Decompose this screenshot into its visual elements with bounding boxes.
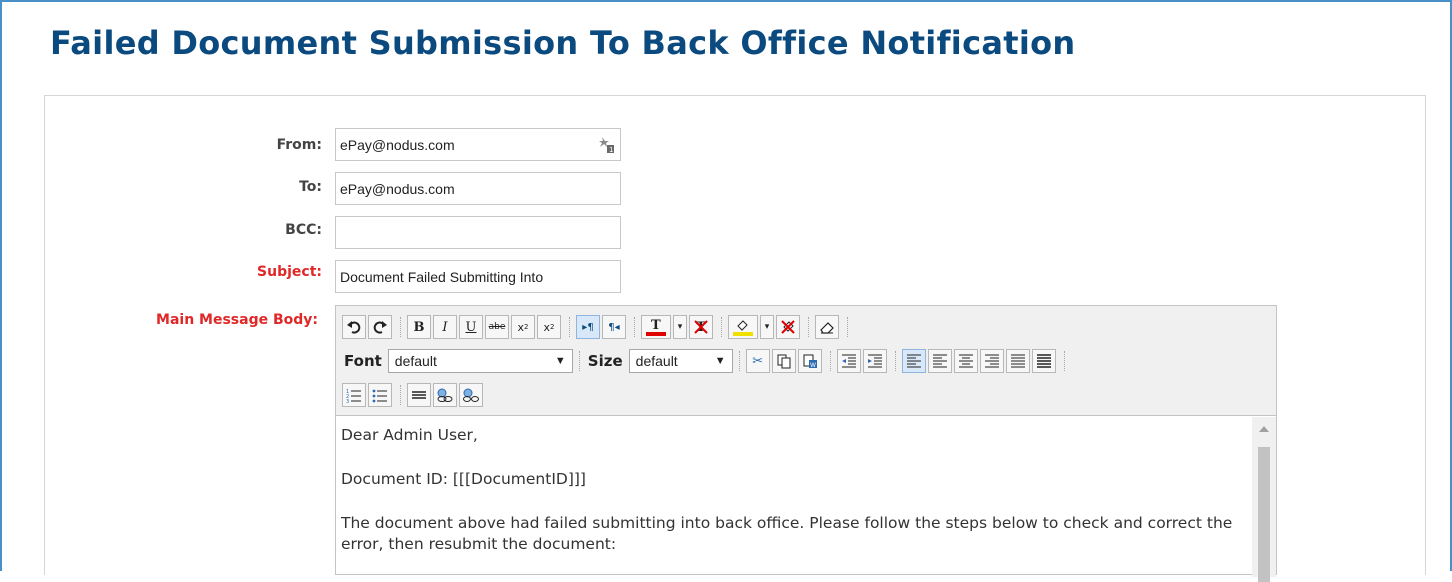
toolbar-separator	[829, 351, 831, 371]
italic-icon[interactable]: I	[433, 315, 457, 339]
indent-icon[interactable]	[862, 349, 887, 373]
ltr-icon[interactable]: ▸¶	[576, 315, 600, 339]
justify-none-icon[interactable]	[1031, 349, 1056, 373]
font-color-icon[interactable]: T	[641, 315, 671, 339]
editor-scrollbar[interactable]	[1252, 417, 1276, 582]
to-value: ePay@nodus.com	[340, 181, 455, 197]
outdent-icon[interactable]	[836, 349, 861, 373]
page-frame: Failed Document Submission To Back Offic…	[0, 0, 1452, 582]
scroll-up-icon[interactable]	[1259, 426, 1269, 432]
undo-icon[interactable]	[342, 315, 366, 339]
size-select-value: default	[635, 353, 678, 369]
insert-link-icon[interactable]	[433, 383, 457, 407]
to-label: To:	[299, 179, 322, 195]
to-field[interactable]: ePay@nodus.com	[335, 172, 621, 205]
remove-highlight-icon[interactable]	[776, 315, 800, 339]
scroll-thumb[interactable]	[1258, 447, 1270, 582]
redo-icon[interactable]	[368, 315, 392, 339]
editor-toolbar: B I U abe x2 x2 ▸¶ ¶◂ T ▾ ▾ Font default…	[336, 306, 1276, 416]
rtl-icon[interactable]: ¶◂	[602, 315, 626, 339]
body-label: Main Message Body:	[156, 312, 318, 328]
bcc-label: BCC:	[285, 222, 322, 238]
underline-icon[interactable]: U	[459, 315, 483, 339]
subject-label: Subject:	[257, 264, 322, 280]
superscript-icon[interactable]: x2	[537, 315, 561, 339]
font-select-value: default	[394, 353, 437, 369]
rich-text-editor: B I U abe x2 x2 ▸¶ ¶◂ T ▾ ▾ Font default…	[335, 305, 1277, 582]
toolbar-separator	[634, 317, 635, 337]
svg-text:1: 1	[609, 146, 613, 154]
subject-value: Document Failed Submitting Into	[340, 269, 544, 285]
toolbar-separator	[1063, 351, 1065, 371]
align-right-icon[interactable]	[979, 349, 1004, 373]
from-field[interactable]: ePay@nodus.com 1	[335, 128, 621, 161]
from-value: ePay@nodus.com	[340, 137, 455, 153]
address-book-icon[interactable]: 1	[596, 135, 616, 155]
page-title: Failed Document Submission To Back Offic…	[50, 24, 1076, 62]
size-label: Size	[587, 352, 623, 370]
strikethrough-icon[interactable]: abe	[485, 315, 509, 339]
toolbar-separator	[578, 351, 580, 371]
size-select[interactable]: default ▼	[628, 349, 733, 373]
justify-left-icon[interactable]	[901, 349, 926, 373]
font-select[interactable]: default ▼	[387, 349, 573, 373]
svg-text:T: T	[651, 318, 661, 333]
horizontal-rule-icon[interactable]	[407, 383, 431, 407]
remove-link-icon[interactable]	[459, 383, 483, 407]
toolbar-separator	[738, 351, 740, 371]
toolbar-separator	[808, 317, 809, 337]
toolbar-separator	[894, 351, 896, 371]
eraser-icon[interactable]	[815, 315, 839, 339]
align-center-icon[interactable]	[953, 349, 978, 373]
toolbar-row-2: Font default ▼ Size default ▼ ✂ W	[342, 348, 1071, 374]
toolbar-separator	[721, 317, 722, 337]
toolbar-row-3: 123	[342, 382, 485, 408]
font-color-dropdown-icon[interactable]: ▾	[673, 315, 687, 339]
chevron-down-icon: ▼	[714, 355, 726, 367]
toolbar-separator	[400, 317, 401, 337]
justify-full-icon[interactable]	[1005, 349, 1030, 373]
svg-text:3: 3	[346, 399, 349, 403]
subscript-icon[interactable]: x2	[511, 315, 535, 339]
body-paragraph: Dear Admin User,	[341, 426, 478, 444]
subject-field[interactable]: Document Failed Submitting Into	[335, 260, 621, 293]
toolbar-separator	[847, 317, 848, 337]
bcc-field[interactable]	[335, 216, 621, 249]
unordered-list-icon[interactable]	[368, 383, 392, 407]
message-body-editor[interactable]: Dear Admin User, Document ID: [[[Documen…	[336, 417, 1250, 577]
from-label: From:	[276, 137, 322, 153]
copy-icon[interactable]	[771, 349, 796, 373]
body-paragraph: The document above had failed submitting…	[341, 514, 1233, 553]
remove-font-color-icon[interactable]: T	[689, 315, 713, 339]
svg-text:W: W	[810, 362, 816, 369]
bold-icon[interactable]: B	[407, 315, 431, 339]
body-paragraph: Document ID: [[[DocumentID]]]	[341, 470, 586, 488]
cut-icon[interactable]: ✂	[745, 349, 770, 373]
toolbar-separator	[569, 317, 570, 337]
highlight-icon[interactable]	[728, 315, 758, 339]
paste-word-icon[interactable]: W	[797, 349, 822, 373]
font-label: Font	[344, 352, 382, 370]
ordered-list-icon[interactable]: 123	[342, 383, 366, 407]
toolbar-row-1: B I U abe x2 x2 ▸¶ ¶◂ T ▾ ▾	[342, 314, 854, 340]
align-left-icon[interactable]	[927, 349, 952, 373]
toolbar-separator	[400, 385, 401, 405]
chevron-down-icon: ▼	[554, 355, 566, 367]
highlight-dropdown-icon[interactable]: ▾	[760, 315, 774, 339]
